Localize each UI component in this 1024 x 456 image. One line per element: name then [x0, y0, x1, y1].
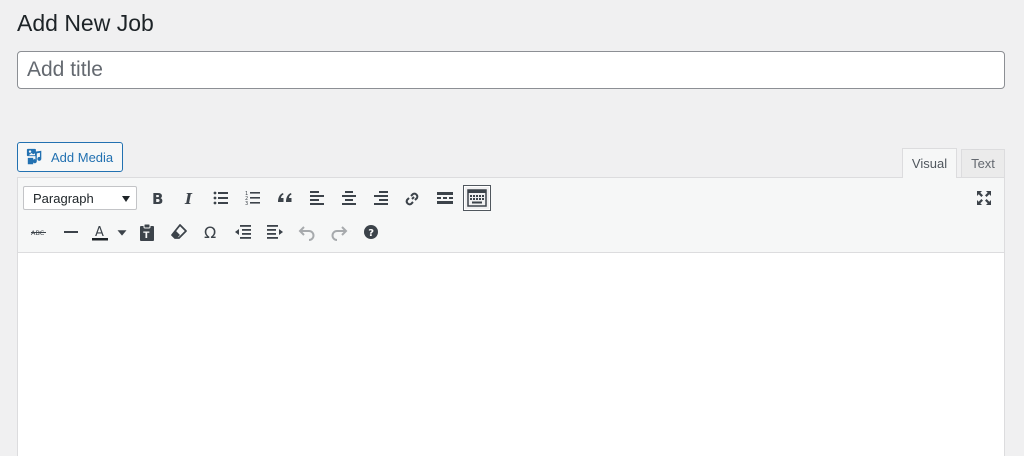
toolbar-toggle-icon — [467, 189, 487, 207]
redo-button[interactable] — [323, 217, 355, 247]
add-media-label: Add Media — [51, 149, 114, 165]
special-character-button[interactable]: Ω — [195, 217, 227, 247]
align-right-icon — [374, 191, 388, 205]
text-color-dropdown[interactable] — [113, 217, 131, 247]
align-left-button[interactable] — [301, 183, 333, 213]
strikethrough-icon: ABC — [31, 229, 46, 237]
numbered-list-button[interactable]: 1 2 3 — [237, 183, 269, 213]
italic-icon: I — [184, 190, 193, 208]
fullscreen-icon — [977, 191, 991, 205]
toolbar-row-2: ABC A T — [23, 217, 387, 247]
bold-icon: B — [152, 190, 163, 208]
align-center-button[interactable] — [333, 183, 365, 213]
chevron-down-icon — [117, 230, 127, 236]
insert-link-button[interactable] — [397, 183, 429, 213]
help-button[interactable]: ? — [355, 217, 387, 247]
tab-text[interactable]: Text — [961, 149, 1005, 177]
horizontal-line-button[interactable] — [55, 217, 87, 247]
editor-content-area[interactable] — [18, 253, 1004, 456]
svg-text:A: A — [95, 225, 104, 240]
outdent-icon — [235, 225, 251, 239]
outdent-button[interactable] — [227, 217, 259, 247]
svg-text:T: T — [143, 231, 150, 241]
svg-text:Ω: Ω — [204, 223, 216, 242]
text-color-icon: A — [92, 225, 108, 241]
undo-icon — [298, 226, 315, 241]
indent-icon — [267, 225, 283, 239]
special-character-icon: Ω — [204, 223, 216, 242]
clear-formatting-button[interactable] — [163, 217, 195, 247]
add-media-button[interactable]: Add Media — [17, 142, 123, 172]
tab-visual[interactable]: Visual — [902, 148, 957, 178]
content-editor: Paragraph B I 1 2 3 A T Ω ? — [17, 177, 1005, 456]
page-title: Add New Job — [17, 10, 154, 36]
horizontal-line-icon — [64, 231, 78, 233]
toolbar-toggle-button[interactable] — [463, 185, 491, 211]
read-more-icon — [437, 192, 453, 204]
align-left-icon — [310, 191, 324, 205]
paste-as-text-button[interactable]: T — [131, 217, 163, 247]
svg-text:B: B — [152, 190, 163, 208]
blockquote-icon — [278, 193, 292, 202]
align-right-button[interactable] — [365, 183, 397, 213]
numbered-list-icon: 1 2 3 — [245, 191, 260, 207]
svg-text:3: 3 — [245, 201, 248, 207]
bold-button[interactable]: B — [141, 183, 173, 213]
svg-text:I: I — [184, 190, 193, 208]
redo-icon — [331, 226, 348, 241]
paragraph-format-select[interactable]: Paragraph — [23, 186, 137, 210]
bulleted-list-button[interactable] — [205, 183, 237, 213]
align-center-icon — [342, 191, 356, 205]
indent-button[interactable] — [259, 217, 291, 247]
text-color-button[interactable]: A — [87, 217, 113, 247]
media-icon — [26, 148, 42, 165]
toolbar-row-1: Paragraph B I 1 2 3 — [23, 183, 493, 213]
svg-text:?: ? — [368, 228, 374, 239]
format-select-value: Paragraph — [33, 190, 94, 206]
paste-as-text-icon: T — [140, 223, 154, 241]
chevron-down-icon — [122, 196, 130, 202]
bulleted-list-icon — [213, 191, 228, 205]
link-icon — [405, 192, 419, 206]
strikethrough-button[interactable]: ABC — [23, 217, 55, 247]
help-icon: ? — [364, 225, 378, 239]
fullscreen-button[interactable] — [968, 183, 1000, 213]
undo-button[interactable] — [291, 217, 323, 247]
post-title-input[interactable] — [17, 51, 1005, 89]
read-more-button[interactable] — [429, 183, 461, 213]
clear-formatting-icon — [171, 224, 187, 239]
editor-toolbar: Paragraph B I 1 2 3 A T Ω ? — [18, 178, 1004, 253]
italic-button[interactable]: I — [173, 183, 205, 213]
blockquote-button[interactable] — [269, 183, 301, 213]
